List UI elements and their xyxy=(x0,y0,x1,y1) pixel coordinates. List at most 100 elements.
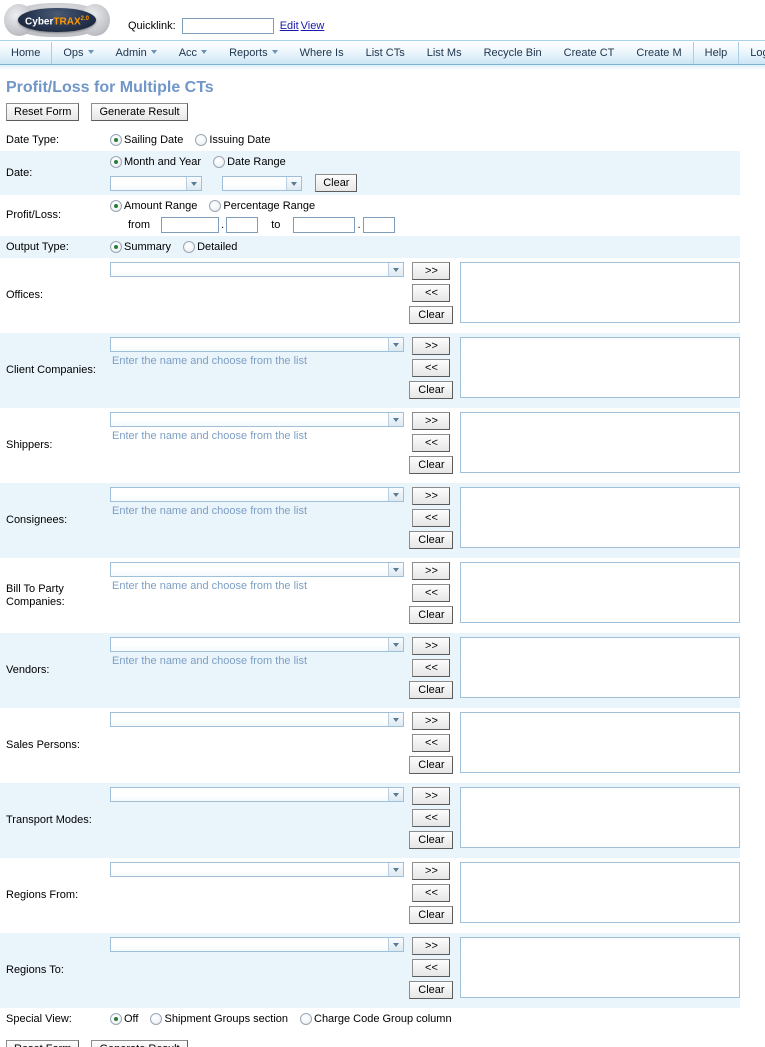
radio-sailing-date-label[interactable]: Sailing Date xyxy=(124,134,183,146)
radio-charge-code-group-column-label[interactable]: Charge Code Group column xyxy=(314,1013,452,1025)
radio-issuing-date[interactable] xyxy=(195,134,208,147)
generate-result-button-top[interactable]: Generate Result xyxy=(91,103,188,121)
radio-summary-label[interactable]: Summary xyxy=(124,241,171,253)
offices-combo[interactable] xyxy=(110,262,404,278)
to-decimal-input[interactable] xyxy=(362,217,395,234)
consignees-selected-list[interactable] xyxy=(460,487,740,549)
shippers-combo[interactable] xyxy=(110,412,404,428)
radio-amount-range[interactable] xyxy=(110,200,122,213)
nav-item-ops[interactable]: Ops xyxy=(51,41,104,64)
nav-item-recycle-bin[interactable]: Recycle Bin xyxy=(473,42,553,64)
nav-item-reports[interactable]: Reports xyxy=(218,42,289,64)
offices-selected-list[interactable] xyxy=(460,262,740,324)
regions-from-clear-button[interactable]: Clear xyxy=(409,906,454,925)
vendors-add-button[interactable]: >> xyxy=(412,637,451,656)
bill-to-party-companies-clear-button[interactable]: Clear xyxy=(409,606,454,625)
regions-from-combo[interactable] xyxy=(110,862,404,878)
transport-modes-add-button[interactable]: >> xyxy=(412,787,451,806)
sales-persons-remove-button[interactable]: << xyxy=(412,734,451,753)
radio-percentage-range[interactable] xyxy=(209,200,222,213)
offices-remove-button[interactable]: << xyxy=(412,284,451,303)
from-decimal-input[interactable] xyxy=(226,217,259,234)
consignees-combo[interactable] xyxy=(110,487,404,503)
radio-shipment-groups-section[interactable] xyxy=(150,1013,163,1026)
radio-shipment-groups-section-label[interactable]: Shipment Groups section xyxy=(164,1013,288,1025)
to-whole-input[interactable] xyxy=(293,217,356,234)
consignees-clear-button[interactable]: Clear xyxy=(409,531,454,550)
radio-charge-code-group-column[interactable] xyxy=(300,1013,312,1026)
date-clear-button[interactable]: Clear xyxy=(315,174,358,193)
bill-to-party-companies-remove-button[interactable]: << xyxy=(412,584,451,603)
radio-sailing-date[interactable] xyxy=(110,134,122,147)
consignees-add-button[interactable]: >> xyxy=(412,487,451,506)
shippers-selected-list[interactable] xyxy=(460,412,740,474)
regions-to-clear-button[interactable]: Clear xyxy=(409,981,454,1000)
radio-percentage-range-label[interactable]: Percentage Range xyxy=(223,200,315,212)
sales-persons-combo[interactable] xyxy=(110,712,404,728)
radio-special-view-off-label[interactable]: Off xyxy=(124,1013,138,1025)
client-companies-clear-button[interactable]: Clear xyxy=(409,381,454,400)
regions-from-selected-list[interactable] xyxy=(460,862,740,924)
transport-modes-selected-list[interactable] xyxy=(460,787,740,849)
vendors-remove-button[interactable]: << xyxy=(412,659,451,678)
radio-month-and-year-label[interactable]: Month and Year xyxy=(124,156,201,168)
client-companies-remove-button[interactable]: << xyxy=(412,359,451,378)
quicklink-edit-link[interactable]: Edit xyxy=(280,20,299,32)
regions-from-remove-button[interactable]: << xyxy=(412,884,451,903)
nav-item-logout[interactable]: Logout xyxy=(738,41,765,64)
reset-form-button-top[interactable]: Reset Form xyxy=(6,103,80,121)
generate-result-button-bottom[interactable]: Generate Result xyxy=(91,1040,188,1047)
transport-modes-remove-button[interactable]: << xyxy=(412,809,451,828)
from-whole-input[interactable] xyxy=(161,217,220,234)
vendors-selected-list[interactable] xyxy=(460,637,740,699)
vendors-combo[interactable] xyxy=(110,637,404,653)
transport-modes-combo[interactable] xyxy=(110,787,404,803)
offices-clear-button[interactable]: Clear xyxy=(409,306,454,325)
nav-item-list-ms[interactable]: List Ms xyxy=(416,42,473,64)
radio-date-range-label[interactable]: Date Range xyxy=(227,156,286,168)
sales-persons-selected-list[interactable] xyxy=(460,712,740,774)
regions-to-selected-list[interactable] xyxy=(460,937,740,999)
shippers-add-button[interactable]: >> xyxy=(412,412,451,431)
regions-to-combo[interactable] xyxy=(110,937,404,953)
quicklink-view-link[interactable]: View xyxy=(301,20,325,32)
nav-item-admin[interactable]: Admin xyxy=(105,42,168,64)
radio-detailed-label[interactable]: Detailed xyxy=(197,241,237,253)
radio-issuing-date-label[interactable]: Issuing Date xyxy=(209,134,270,146)
bill-to-party-companies-add-button[interactable]: >> xyxy=(412,562,451,581)
radio-special-view-off[interactable] xyxy=(110,1013,122,1026)
radio-date-range[interactable] xyxy=(213,156,226,169)
regions-to-add-button[interactable]: >> xyxy=(412,937,451,956)
regions-to-remove-button[interactable]: << xyxy=(412,959,451,978)
regions-to-selector: >> << Clear xyxy=(110,937,740,1003)
radio-month-and-year[interactable] xyxy=(110,156,122,169)
offices-add-button[interactable]: >> xyxy=(412,262,451,281)
nav-item-create-ct[interactable]: Create CT xyxy=(553,42,626,64)
sales-persons-add-button[interactable]: >> xyxy=(412,712,451,731)
radio-detailed[interactable] xyxy=(183,241,196,254)
vendors-clear-button[interactable]: Clear xyxy=(409,681,454,700)
shippers-clear-button[interactable]: Clear xyxy=(409,456,454,475)
shippers-remove-button[interactable]: << xyxy=(412,434,451,453)
quicklink-input[interactable] xyxy=(181,18,274,34)
bill-to-party-companies-selected-list[interactable] xyxy=(460,562,740,624)
month-select[interactable] xyxy=(110,175,202,191)
year-select[interactable] xyxy=(222,175,303,191)
client-companies-selected-list[interactable] xyxy=(460,337,740,399)
nav-item-acc[interactable]: Acc xyxy=(168,42,218,64)
nav-item-create-m[interactable]: Create M xyxy=(625,42,692,64)
bill-to-party-companies-combo[interactable] xyxy=(110,562,404,578)
reset-form-button-bottom[interactable]: Reset Form xyxy=(6,1040,80,1047)
transport-modes-clear-button[interactable]: Clear xyxy=(409,831,454,850)
nav-item-list-cts[interactable]: List CTs xyxy=(355,42,416,64)
sales-persons-clear-button[interactable]: Clear xyxy=(409,756,454,775)
nav-item-home[interactable]: Home xyxy=(0,42,51,64)
consignees-remove-button[interactable]: << xyxy=(412,509,451,528)
nav-item-help[interactable]: Help xyxy=(692,41,739,64)
client-companies-combo[interactable] xyxy=(110,337,404,353)
nav-item-where-is[interactable]: Where Is xyxy=(289,42,355,64)
radio-summary[interactable] xyxy=(110,241,122,254)
radio-amount-range-label[interactable]: Amount Range xyxy=(124,200,197,212)
client-companies-add-button[interactable]: >> xyxy=(412,337,451,356)
regions-from-add-button[interactable]: >> xyxy=(412,862,451,881)
